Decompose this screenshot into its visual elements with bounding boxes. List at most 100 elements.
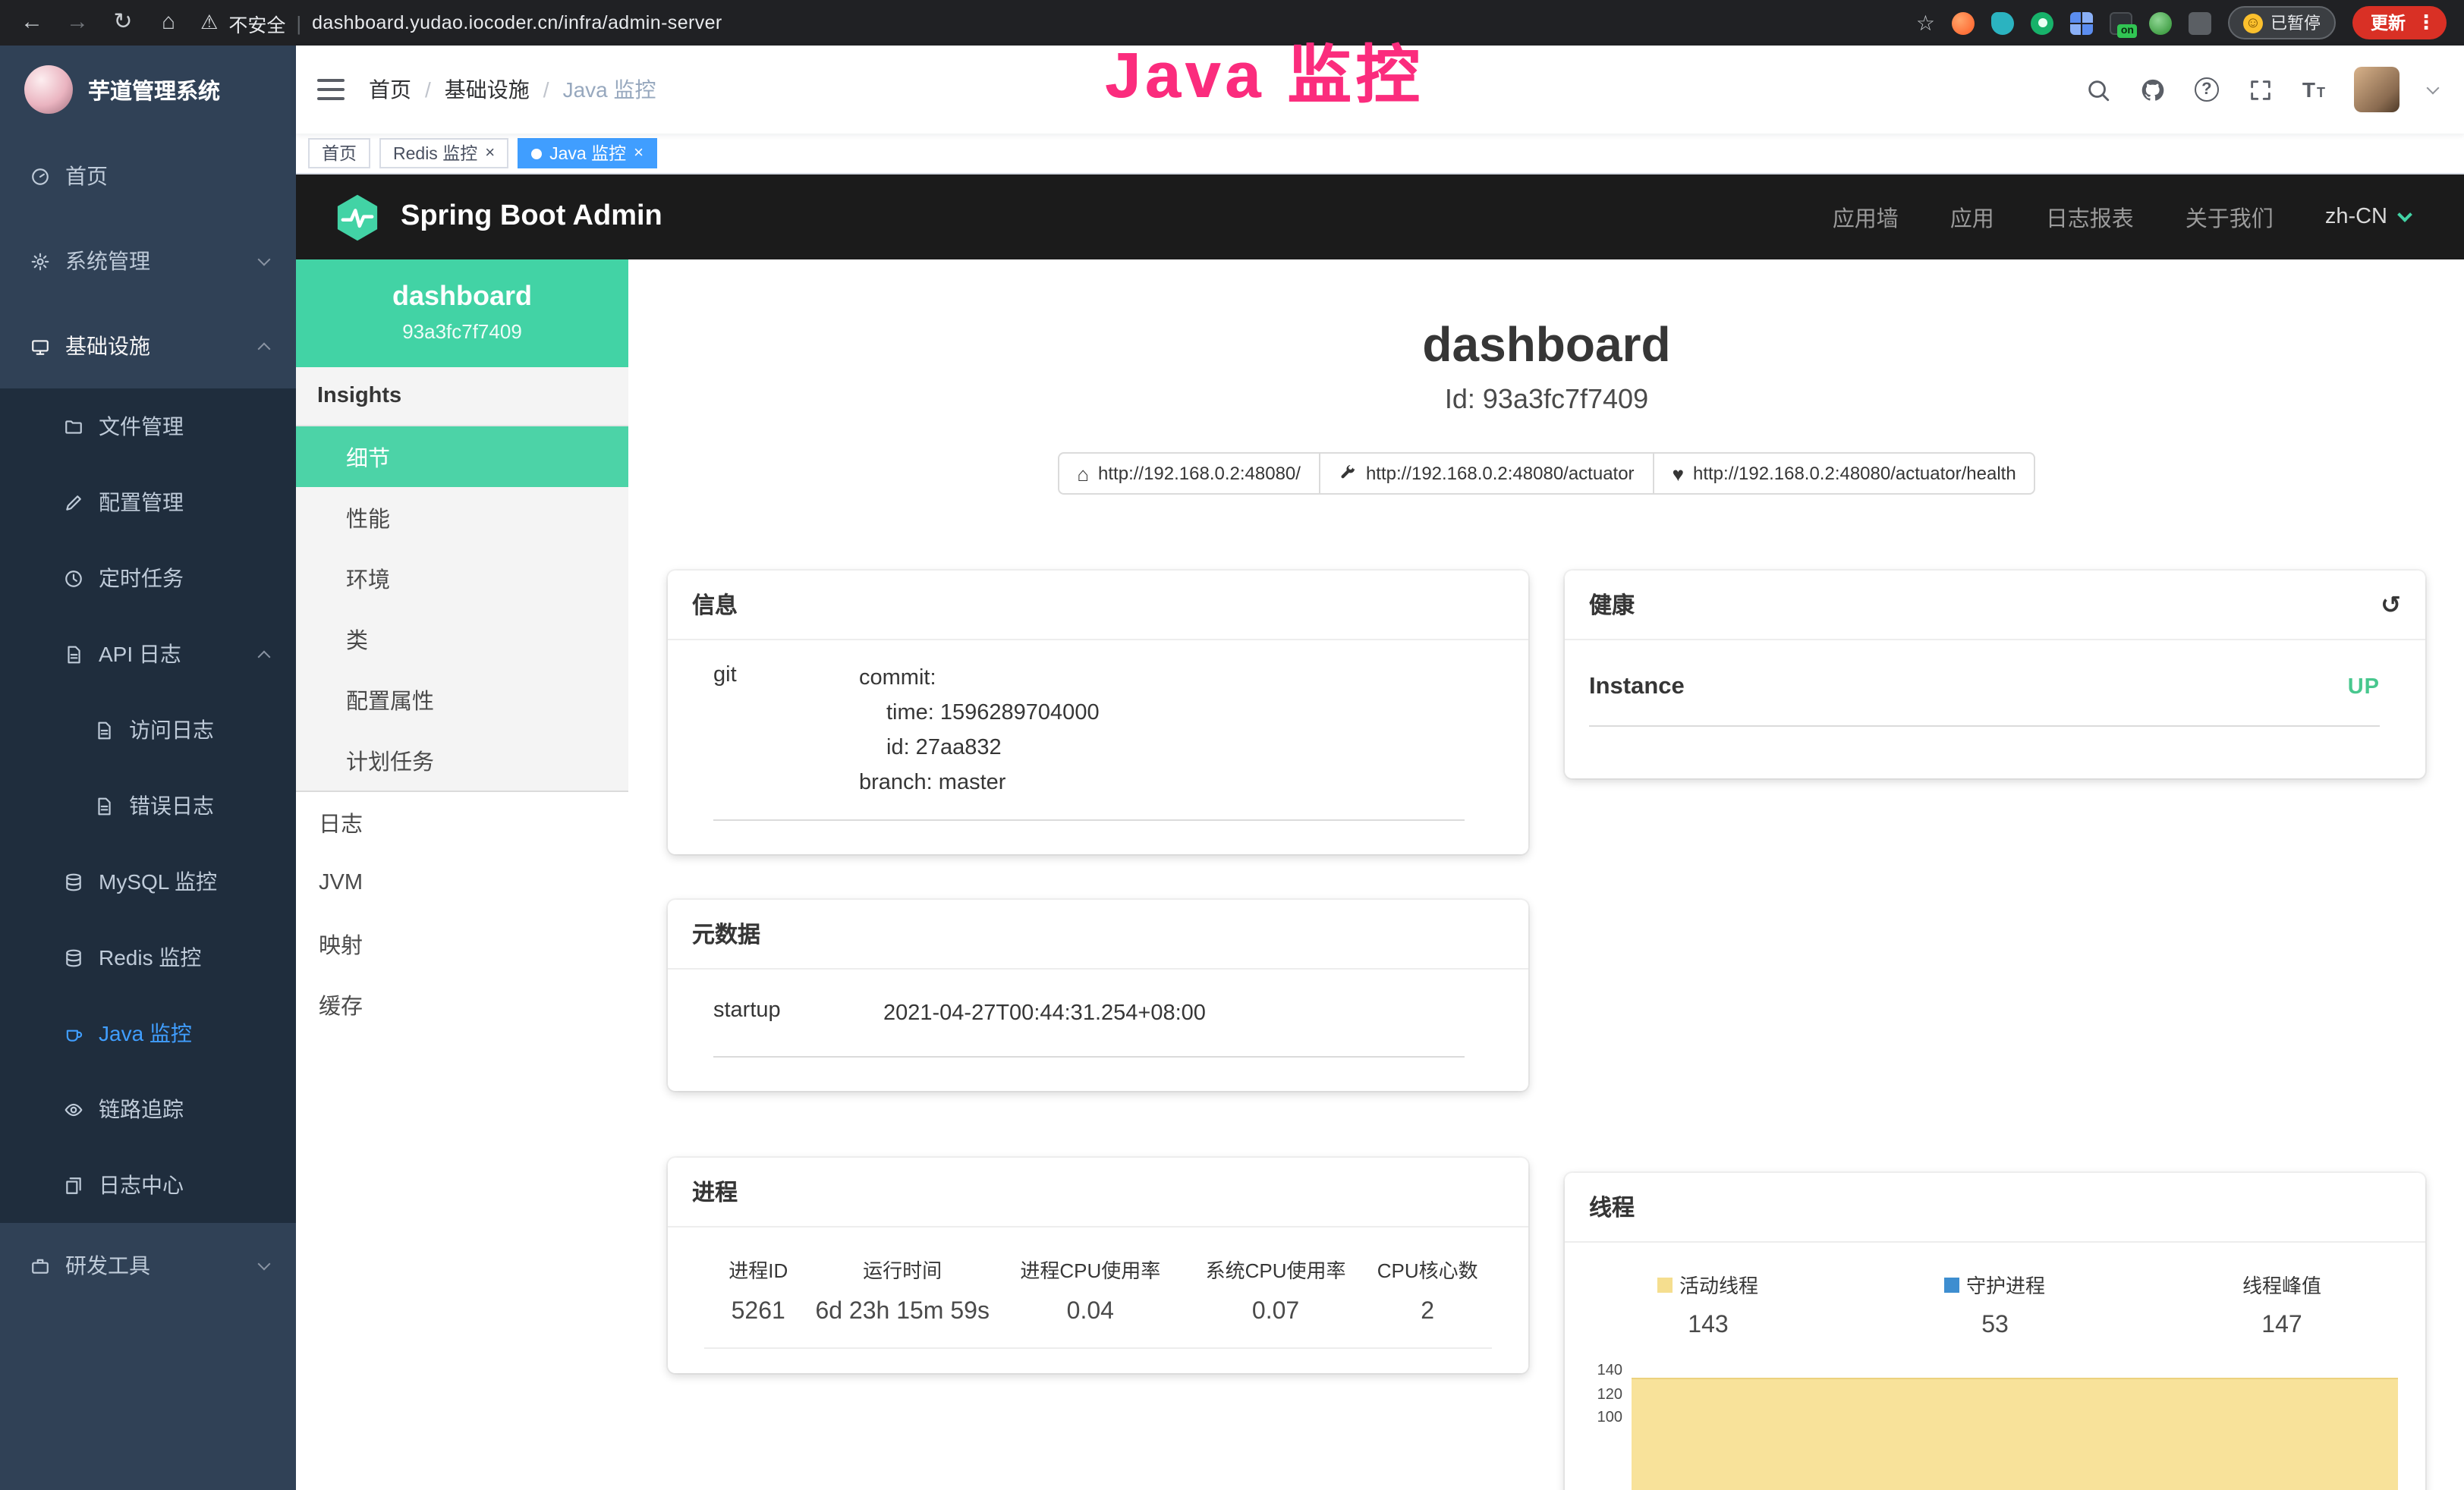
sidebar-item-access-logs[interactable]: 访问日志 [0,692,296,768]
browser-forward-button[interactable]: → [64,0,91,46]
health-link[interactable]: ♥ http://192.168.0.2:48080/actuator/heal… [1653,452,2036,495]
extension-icon-1[interactable] [1952,11,1975,34]
tag-home[interactable]: 首页 [308,138,370,168]
tag-java-monitor[interactable]: Java 监控 × [518,138,657,168]
sidebar-item-infrastructure[interactable]: 基础设施 [0,303,296,388]
sidebar-item-api-logs[interactable]: API 日志 [0,616,296,692]
sba-menu-details[interactable]: 细节 [296,426,628,487]
close-icon[interactable]: × [634,145,644,162]
hamburger-icon[interactable] [317,79,345,100]
close-icon[interactable]: × [485,145,495,162]
search-icon[interactable] [2085,77,2111,102]
extension-icon-4[interactable] [2070,11,2093,34]
instance-name: dashboard [308,281,616,313]
paused-label: 已暂停 [2270,11,2321,35]
sba-menu-logs[interactable]: 日志 [296,792,628,853]
metadata-card-body: startup 2021-04-27T00:44:31.254+08:00 [668,970,1528,1091]
sba-nav-applications[interactable]: 应用 [1950,201,1994,233]
threads-card: 线程 活动线程 14 [1565,1173,2425,1490]
font-size-icon[interactable]: TT [2302,77,2325,102]
sidebar-item-java-monitor[interactable]: Java 监控 [0,995,296,1071]
chevron-down-icon [258,253,271,266]
process-column: CPU核心数 2 [1363,1255,1492,1326]
folder-icon [64,417,83,436]
health-status-badge: UP [2348,675,2380,699]
sba-menu-jvm[interactable]: JVM [296,853,628,913]
breadcrumb-item[interactable]: 首页 [369,74,411,105]
paused-extension-chip[interactable]: ☺ 已暂停 [2228,6,2336,39]
browser-back-button[interactable]: ← [18,0,46,46]
github-icon[interactable] [2140,77,2166,102]
sidebar-item-home[interactable]: 首页 [0,134,296,218]
sba-menu-mappings[interactable]: 映射 [296,913,628,974]
breadcrumb-item[interactable]: 基础设施 [445,74,530,105]
sba-main: dashboard Id: 93a3fc7f7409 ⌂ http://192.… [628,259,2464,1490]
browser-home-button[interactable]: ⌂ [155,0,182,46]
fullscreen-icon[interactable] [2248,77,2274,102]
sidebar-item-config-management[interactable]: 配置管理 [0,464,296,540]
sba-nav-journal[interactable]: 日志报表 [2046,201,2134,233]
extension-icon-7[interactable] [2189,11,2211,34]
card-title: 进程 [668,1158,1528,1228]
sidebar-item-mysql-monitor[interactable]: MySQL 监控 [0,844,296,919]
actuator-link[interactable]: http://192.168.0.2:48080/actuator [1319,452,1654,495]
sba-menu-caches[interactable]: 缓存 [296,974,628,1035]
user-avatar[interactable] [2354,67,2399,112]
sidebar-item-system-management[interactable]: 系统管理 [0,218,296,303]
warning-icon: ⚠ [200,11,218,35]
extension-icon-5[interactable]: on [2110,11,2132,34]
bookmark-star-icon[interactable]: ☆ [1916,10,1935,36]
sba-locale-select[interactable]: zh-CN [2325,205,2410,229]
browser-menu-icon[interactable]: ⋮ [2416,11,2439,35]
extension-icon-6[interactable] [2149,11,2172,34]
sba-menu-performance[interactable]: 性能 [296,487,628,548]
sba-menu-environment[interactable]: 环境 [296,548,628,608]
app-sidebar: 芋道管理系统 首页 系统管理 基础设施 [0,46,296,1490]
sba-menu-config-props[interactable]: 配置属性 [296,669,628,730]
instance-home-link[interactable]: ⌂ http://192.168.0.2:48080/ [1057,452,1320,495]
git-time-line: time: 1596289704000 [859,696,1100,731]
browser-reload-button[interactable]: ↻ [109,0,137,46]
sidebar-item-label: 访问日志 [129,715,214,745]
info-card: 信息 git commit: time: 1596289704000 id: 2… [668,571,1528,854]
viewport: ← → ↻ ⌂ ⚠ 不安全 | dashboard.yudao.iocoder.… [0,0,2464,1490]
instance-links: ⌂ http://192.168.0.2:48080/ http://192.1… [668,452,2425,495]
infrastructure-submenu: 文件管理 配置管理 定时任务 API 日志 [0,388,296,1223]
sba-nav-wallboard[interactable]: 应用墙 [1833,201,1899,233]
sidebar-item-label: 文件管理 [99,411,184,442]
address-url[interactable]: dashboard.yudao.iocoder.cn/infra/admin-s… [312,12,722,33]
info-row: git commit: time: 1596289704000 id: 27aa… [713,662,1465,821]
sidebar-item-dev-tools[interactable]: 研发工具 [0,1223,296,1308]
column-header: 系统CPU使用率 [1188,1255,1364,1284]
sba-menu-classes[interactable]: 类 [296,608,628,669]
sidebar-item-error-logs[interactable]: 错误日志 [0,768,296,844]
column-header: 进程CPU使用率 [993,1255,1188,1284]
sba-menu-scheduled-tasks[interactable]: 计划任务 [296,730,628,791]
help-icon[interactable]: ? [2195,77,2219,102]
health-row[interactable]: Instance UP [1589,665,2380,727]
tags-bar: 首页 Redis 监控 × Java 监控 × [296,134,2464,174]
sidebar-item-file-management[interactable]: 文件管理 [0,388,296,464]
sidebar-item-label: 基础设施 [65,331,150,361]
link-label: http://192.168.0.2:48080/ [1098,463,1301,484]
sidebar-item-redis-monitor[interactable]: Redis 监控 [0,919,296,995]
breadcrumb-separator: / [543,77,549,102]
sba-nav-about[interactable]: 关于我们 [2186,201,2274,233]
extension-icon-3[interactable] [2031,11,2053,34]
legend-swatch [1658,1277,1673,1292]
extension-icon-2[interactable] [1991,11,2014,34]
sidebar-item-label: API 日志 [99,639,181,669]
sidebar-item-tracing[interactable]: 链路追踪 [0,1071,296,1147]
browser-update-button[interactable]: 更新 ⋮ [2352,6,2447,39]
tag-redis-monitor[interactable]: Redis 监控 × [379,138,508,168]
app-logo-row: 芋道管理系统 [0,46,296,134]
site-security-chip[interactable]: ⚠ 不安全 | dashboard.yudao.iocoder.cn/infra… [200,8,722,37]
sidebar-item-scheduled-jobs[interactable]: 定时任务 [0,540,296,616]
git-id-line: id: 27aa832 [859,731,1100,766]
caret-down-icon[interactable] [2427,81,2440,94]
history-icon[interactable]: ↺ [2381,589,2401,620]
y-tick: 140 [1597,1364,1622,1388]
sidebar-item-log-center[interactable]: 日志中心 [0,1147,296,1223]
git-branch-line: branch: master [859,766,1100,801]
legend-value: 143 [1565,1312,1852,1339]
